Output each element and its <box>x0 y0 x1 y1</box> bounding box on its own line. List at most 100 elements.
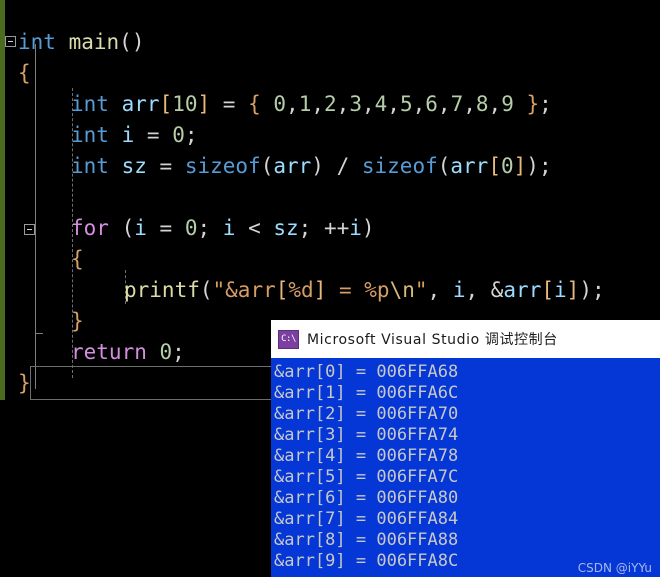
code-token: ( <box>108 216 135 240</box>
code-token: < <box>235 216 274 240</box>
code-token: = <box>210 92 249 116</box>
code-token: ] <box>566 278 580 302</box>
code-token: ; <box>538 154 552 178</box>
console-output-line: &arr[7] = 006FFA84 <box>274 509 459 529</box>
code-token: , <box>286 92 299 116</box>
code-token: arr <box>273 154 312 178</box>
code-token: , <box>427 278 453 302</box>
code-token: 5 <box>399 92 413 116</box>
code-token: 8 <box>475 92 489 116</box>
code-token: } <box>71 309 84 333</box>
code-token: for <box>71 216 109 240</box>
code-token: ; <box>197 216 223 240</box>
console-output-line: &arr[2] = 006FFA70 <box>274 404 459 424</box>
code-token: ; <box>591 278 605 302</box>
code-token: ; <box>184 123 198 147</box>
code-token: } <box>526 92 540 116</box>
code-token: 0 <box>184 216 198 240</box>
code-token: arr <box>503 278 542 302</box>
code-line: int i = 0; <box>0 120 660 151</box>
code-token: 1 <box>298 92 312 116</box>
code-token: i <box>452 278 466 302</box>
code-token: 0 <box>159 340 173 364</box>
code-line: { <box>0 58 660 89</box>
code-token: , <box>387 92 400 116</box>
console-icon-label: C:\ <box>281 333 296 344</box>
code-token: { <box>71 247 84 271</box>
code-token: 0 <box>172 123 185 147</box>
console-output-line: &arr[8] = 006FFA88 <box>274 530 459 550</box>
code-line: int main() <box>0 27 660 58</box>
code-token: int <box>71 123 109 147</box>
code-token: , <box>412 92 426 116</box>
console-output-line: &arr[0] = 006FFA68 <box>274 362 459 382</box>
console-titlebar[interactable]: C:\ Microsoft Visual Studio 调试控制台 <box>271 320 660 358</box>
code-token: [ <box>488 154 501 178</box>
code-token: ] <box>313 278 327 302</box>
code-token: ) <box>526 154 539 178</box>
code-token: ( <box>199 278 213 302</box>
code-token: sz <box>121 154 147 178</box>
code-token: ) <box>361 216 375 240</box>
console-output-line: &arr[5] = 006FFA7C <box>274 467 459 487</box>
code-token: ] <box>197 92 211 116</box>
code-token: i <box>554 278 567 302</box>
code-token: ( <box>260 154 274 178</box>
code-token: i <box>222 216 236 240</box>
code-token: [ <box>275 278 289 302</box>
console-output-line: &arr[6] = 006FFA80 <box>274 488 459 508</box>
code-line: int sz = sizeof(arr) / sizeof(arr[0]); <box>0 151 660 182</box>
console-output-line: &arr[3] = 006FFA74 <box>274 425 459 445</box>
code-token: , <box>336 92 350 116</box>
code-token: , <box>463 92 476 116</box>
console-output-line: &arr[1] = 006FFA6C <box>274 383 459 403</box>
code-token: ] <box>513 154 527 178</box>
code-token: sizeof <box>184 154 261 178</box>
debug-console-window[interactable]: C:\ Microsoft Visual Studio 调试控制台 &arr[0… <box>271 320 660 577</box>
code-token: "&arr <box>212 278 276 302</box>
code-token: [ <box>541 278 554 302</box>
code-token: } <box>18 371 31 395</box>
code-line: printf("&arr[%d] = %p\n", i, &arr[i]); <box>0 275 660 306</box>
console-output-lines: &arr[0] = 006FFA68 &arr[1] = 006FFA6C &arr… <box>272 362 660 572</box>
code-token: 3 <box>349 92 362 116</box>
code-token: () <box>119 30 145 54</box>
console-window-title: Microsoft Visual Studio 调试控制台 <box>307 332 558 348</box>
code-token: 0 <box>273 92 287 116</box>
code-token: ) <box>311 154 324 178</box>
code-token: 7 <box>450 92 464 116</box>
code-token: \n <box>389 278 415 302</box>
code-token: i <box>134 216 147 240</box>
code-token: / <box>323 154 362 178</box>
code-token: 6 <box>425 92 438 116</box>
code-token: int <box>18 30 56 54</box>
code-token: %d <box>288 278 314 302</box>
code-line: { <box>0 244 660 275</box>
code-token: arr <box>450 154 489 178</box>
code-token: ( <box>437 154 451 178</box>
code-line: for (i = 0; i < sz; ++i) <box>0 213 660 244</box>
code-token: , <box>488 92 502 116</box>
code-token: int <box>71 92 109 116</box>
code-token: int <box>71 154 109 178</box>
code-token: , <box>361 92 375 116</box>
code-token: 9 <box>501 92 514 116</box>
code-token: ; <box>172 340 185 364</box>
code-token: i <box>121 123 135 147</box>
code-token: return <box>71 340 147 364</box>
console-output-line: &arr[4] = 006FFA78 <box>274 446 459 466</box>
code-token: sz <box>273 216 299 240</box>
code-token: ) <box>579 278 592 302</box>
code-token: 2 <box>324 92 337 116</box>
code-token: , <box>311 92 325 116</box>
code-token: main <box>68 30 120 54</box>
console-output-area[interactable]: &arr[0] = 006FFA68 &arr[1] = 006FFA6C &arr… <box>271 358 660 577</box>
code-token: sizeof <box>361 154 438 178</box>
